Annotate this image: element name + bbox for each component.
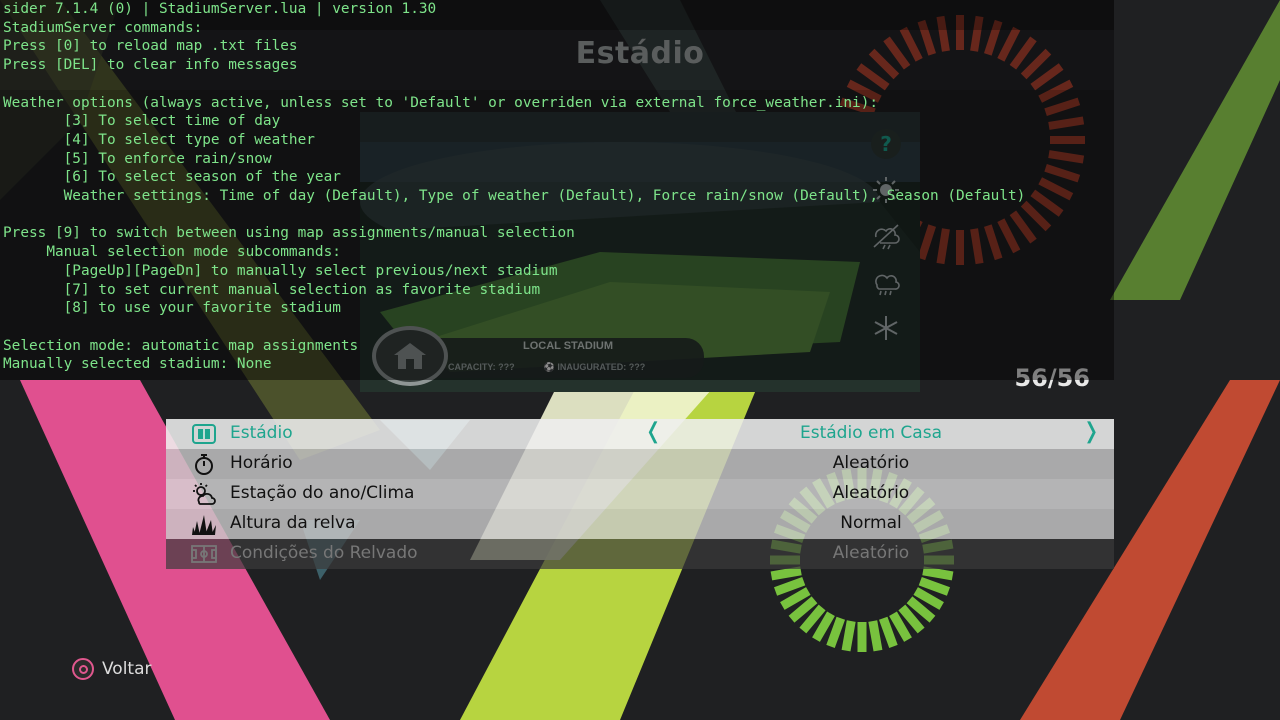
next-option-arrow[interactable]: ❭ (1082, 419, 1100, 444)
back-button[interactable]: Voltar (72, 658, 152, 680)
stopwatch-icon (190, 452, 218, 476)
menu-row-estadio[interactable]: Estádio ❬ Estádio em Casa ❭ (166, 419, 1114, 449)
console-line: Weather settings: Time of day (Default),… (3, 188, 1026, 205)
console-line: [4] To select type of weather (3, 131, 315, 148)
console-line: [5] To enforce rain/snow (3, 150, 272, 167)
menu-value: Estádio em Casa (800, 423, 942, 443)
menu-label: Estação do ano/Clima (230, 483, 415, 503)
menu-value: Aleatório (832, 483, 910, 503)
menu-row-condicoes-relvado: Condições do Relvado Aleatório (166, 539, 1114, 569)
menu-value: Aleatório (832, 453, 910, 473)
menu-value: Normal (840, 513, 902, 533)
back-label: Voltar (102, 659, 152, 679)
console-line: Press [DEL] to clear info messages (3, 57, 298, 74)
console-line: StadiumServer commands: (3, 19, 203, 36)
console-line: Press [0] to reload map .txt files (3, 38, 298, 55)
console-line: [8] to use your favorite stadium (3, 300, 341, 317)
console-line: Press [9] to switch between using map as… (3, 225, 575, 242)
menu-value: Aleatório (832, 543, 910, 563)
console-line: Weather options (always active, unless s… (3, 94, 879, 111)
weather-icon (190, 482, 218, 506)
console-line: sider 7.1.4 (0) | StadiumServer.lua | ve… (3, 1, 437, 17)
menu-row-estacao-clima[interactable]: Estação do ano/Clima Aleatório (166, 479, 1114, 509)
console-line: Manual selection mode subcommands: (3, 244, 341, 261)
console-line: [7] to set current manual selection as f… (3, 281, 541, 298)
grass-icon (190, 512, 218, 536)
pitch-icon (190, 542, 218, 566)
settings-menu: Estádio ❬ Estádio em Casa ❭ Horário Alea… (166, 419, 1114, 569)
menu-row-altura-relva[interactable]: Altura da relva Normal (166, 509, 1114, 539)
menu-row-horario[interactable]: Horário Aleatório (166, 449, 1114, 479)
menu-label: Altura da relva (230, 513, 356, 533)
menu-label: Condições do Relvado (230, 543, 418, 563)
console-line: Manually selected stadium: None (3, 356, 272, 373)
console-line: [3] To select time of day (3, 113, 281, 130)
console-overlay: sider 7.1.4 (0) | StadiumServer.lua | ve… (0, 0, 1114, 380)
menu-label: Estádio (230, 423, 293, 443)
console-line: [6] To select season of the year (3, 169, 341, 186)
menu-label: Horário (230, 453, 293, 473)
stadium-icon (190, 422, 218, 446)
previous-option-arrow[interactable]: ❬ (644, 419, 662, 444)
circle-button-icon (72, 658, 94, 680)
console-line: [PageUp][PageDn] to manually select prev… (3, 262, 558, 279)
console-line: Selection mode: automatic map assignment… (3, 337, 359, 354)
console-text: sider 7.1.4 (0) | StadiumServer.lua | ve… (3, 0, 1025, 374)
